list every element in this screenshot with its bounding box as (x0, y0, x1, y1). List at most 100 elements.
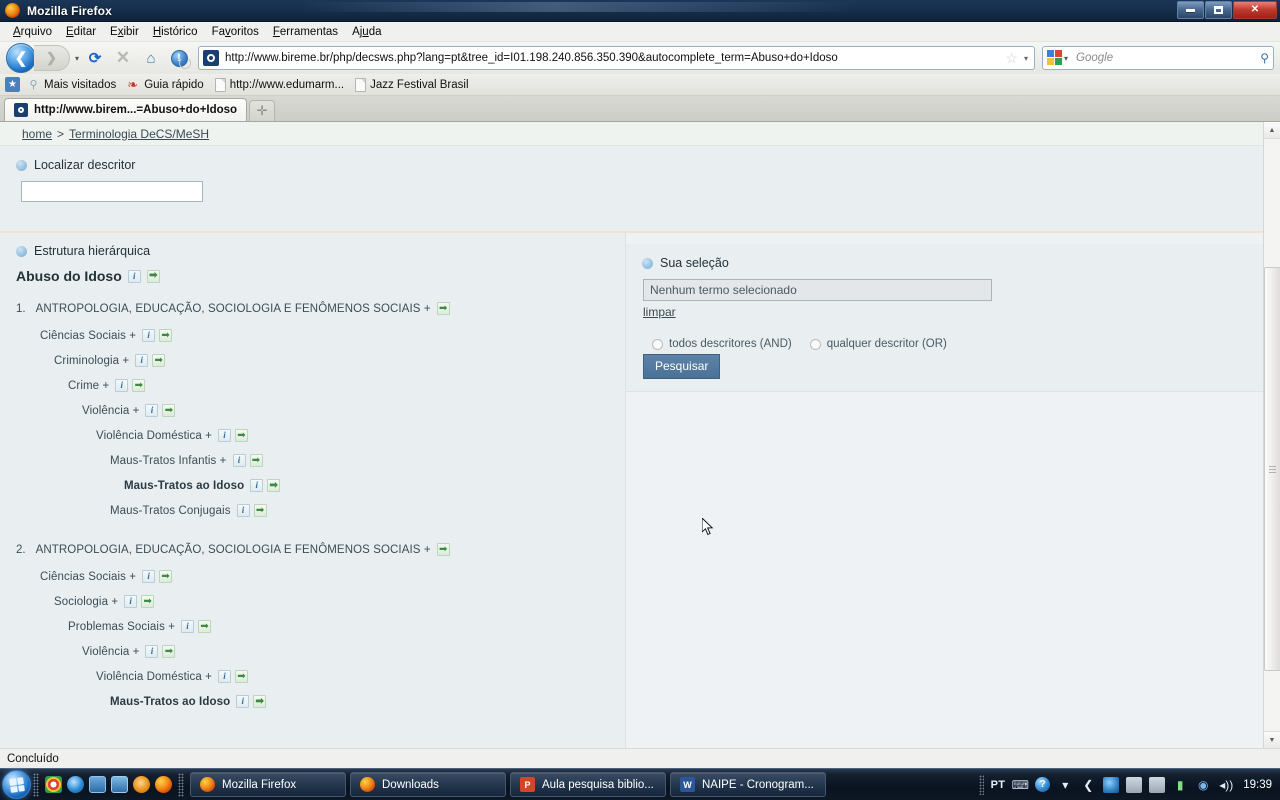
go-icon[interactable]: ➡ (141, 595, 155, 608)
go-icon[interactable]: ➡ (162, 404, 176, 417)
monitor-icon[interactable] (1149, 776, 1166, 793)
tree-node-label[interactable]: Violência Doméstica + (96, 430, 212, 442)
close-button[interactable]: ✕ (1233, 1, 1277, 19)
bookmark-mais-visitados[interactable]: ⚲ Mais visitados (23, 77, 120, 92)
selected-terms-box[interactable]: Nenhum termo selecionado (643, 279, 992, 301)
history-dropdown-icon[interactable]: ▾ (75, 54, 79, 63)
scrollbar-track[interactable] (1263, 139, 1280, 731)
media-center-icon[interactable] (133, 776, 150, 793)
go-icon[interactable]: ➡ (162, 645, 176, 658)
taskbar-item-mozilla-firefox[interactable]: Mozilla Firefox (190, 772, 346, 797)
back-button[interactable]: ❮ (6, 43, 36, 73)
vertical-scrollbar[interactable]: ▲ ▼ (1263, 122, 1280, 748)
info-icon[interactable]: i (236, 504, 250, 517)
tree-node-label[interactable]: Ciências Sociais + (40, 330, 136, 342)
go-icon[interactable]: ➡ (159, 329, 173, 342)
search-magnifier-icon[interactable]: ⚲ (1260, 51, 1269, 65)
network-activity-icon[interactable] (1103, 776, 1120, 793)
go-icon[interactable]: ➡ (235, 429, 248, 442)
help-icon[interactable]: ? (1035, 777, 1051, 792)
search-engine-dropdown-icon[interactable]: ▾ (1064, 54, 1068, 63)
start-button[interactable] (2, 770, 31, 799)
go-icon[interactable]: ➡ (146, 269, 160, 283)
info-icon[interactable]: i (135, 354, 149, 367)
toolbar-grip[interactable] (33, 772, 39, 797)
info-icon[interactable]: i (124, 595, 138, 608)
info-icon[interactable]: i (142, 329, 156, 342)
tree-node-label[interactable]: Maus-Tratos Infantis + (110, 455, 227, 467)
scrollbar-thumb[interactable] (1263, 267, 1280, 671)
menu-arquivo[interactable]: Arquivo (6, 24, 59, 40)
tree-node-label[interactable]: ANTROPOLOGIA, EDUCAÇÃO, SOCIOLOGIA E FEN… (36, 303, 431, 315)
scroll-down-button[interactable]: ▼ (1263, 731, 1280, 748)
search-input[interactable]: Google (1076, 52, 1260, 64)
tree-node-label[interactable]: Ciências Sociais + (40, 571, 136, 583)
menu-favoritos[interactable]: Favoritos (205, 24, 266, 40)
search-bar[interactable]: ▾ Google ⚲ (1042, 46, 1274, 70)
taskbar-item-naipe-cronograma[interactable]: W NAIPE - Cronogram... (670, 772, 826, 797)
tree-node-label[interactable]: Criminologia + (54, 355, 129, 367)
url-bar[interactable]: http://www.bireme.br/php/decsws.php?lang… (198, 46, 1035, 70)
tree-node-label[interactable]: Violência + (82, 405, 139, 417)
restore-button[interactable] (1205, 1, 1232, 19)
tree-node-label[interactable]: Problemas Sociais + (68, 621, 175, 633)
menu-exibir[interactable]: Exibir (103, 24, 146, 40)
go-icon[interactable]: ➡ (267, 479, 281, 492)
info-icon[interactable]: i (236, 695, 250, 708)
menu-historico[interactable]: Histórico (146, 24, 205, 40)
clear-selection-link[interactable]: limpar (643, 305, 676, 319)
battery-icon[interactable]: ▮ (1172, 777, 1188, 793)
radio-or[interactable] (809, 338, 821, 350)
bookmark-edumarm[interactable]: http://www.edumarm... (211, 77, 348, 93)
stop-button[interactable]: ✕ (111, 46, 135, 70)
reload-button[interactable]: ⟳ (83, 46, 107, 70)
menu-editar[interactable]: Editar (59, 24, 103, 40)
menu-ajuda[interactable]: Ajuda (345, 24, 388, 40)
tray-grip[interactable] (978, 774, 984, 795)
minimize-button[interactable] (1177, 1, 1204, 19)
tree-node-label[interactable]: Violência + (82, 646, 139, 658)
go-icon[interactable]: ➡ (159, 570, 173, 583)
page-alert-indicator[interactable]: ! (167, 46, 192, 70)
tray-expand-icon[interactable]: ▾ (1057, 777, 1073, 793)
info-icon[interactable]: i (145, 645, 159, 658)
firefox-icon[interactable] (155, 776, 172, 793)
tree-node-label[interactable]: Sociologia + (54, 596, 118, 608)
network-icon[interactable]: ◉ (1195, 777, 1211, 793)
chrome-icon[interactable] (45, 776, 62, 793)
go-icon[interactable]: ➡ (198, 620, 212, 633)
info-icon[interactable]: i (181, 620, 195, 633)
home-button[interactable]: ⌂ (139, 46, 163, 70)
breadcrumb-home-link[interactable]: home (22, 127, 52, 141)
url-dropdown-icon[interactable]: ▾ (1024, 54, 1028, 63)
info-icon[interactable]: i (115, 379, 129, 392)
forward-button[interactable]: ❯ (34, 45, 70, 71)
tree-node-label[interactable]: Maus-Tratos ao Idoso (124, 480, 244, 492)
tree-node-label[interactable]: ANTROPOLOGIA, EDUCAÇÃO, SOCIOLOGIA E FEN… (36, 544, 431, 556)
breadcrumb-current-link[interactable]: Terminologia DeCS/MeSH (69, 127, 209, 141)
tree-node-label[interactable]: Violência Doméstica + (96, 671, 212, 683)
scroll-up-button[interactable]: ▲ (1263, 122, 1280, 139)
go-icon[interactable]: ➡ (436, 543, 450, 556)
bookmark-star-icon[interactable]: ☆ (1005, 50, 1018, 67)
info-icon[interactable]: i (142, 570, 156, 583)
new-tab-button[interactable]: ✛ (249, 100, 276, 121)
radio-and[interactable] (652, 338, 663, 350)
tree-node-label[interactable]: Crime + (68, 380, 109, 392)
display-icon[interactable] (1126, 776, 1143, 793)
internet-explorer-icon[interactable] (67, 776, 84, 793)
bookmarks-star-icon[interactable]: ★ (5, 77, 20, 92)
go-icon[interactable]: ➡ (132, 379, 146, 392)
info-icon[interactable]: i (145, 404, 159, 417)
tray-chevron-icon[interactable]: ❮ (1080, 777, 1096, 793)
info-icon[interactable]: i (250, 479, 264, 492)
tasks-grip[interactable] (178, 772, 184, 797)
keyboard-icon[interactable]: ⌨ (1012, 777, 1029, 793)
search-button[interactable]: Pesquisar (643, 354, 721, 379)
tree-node-label[interactable]: Maus-Tratos Conjugais (110, 505, 231, 517)
media-player-icon[interactable] (111, 776, 128, 793)
go-icon[interactable]: ➡ (253, 504, 267, 517)
tree-node-label[interactable]: Maus-Tratos ao Idoso (110, 696, 230, 708)
go-icon[interactable]: ➡ (235, 670, 248, 683)
tab-active[interactable]: http://www.birem...=Abuso+do+Idoso (4, 98, 248, 121)
